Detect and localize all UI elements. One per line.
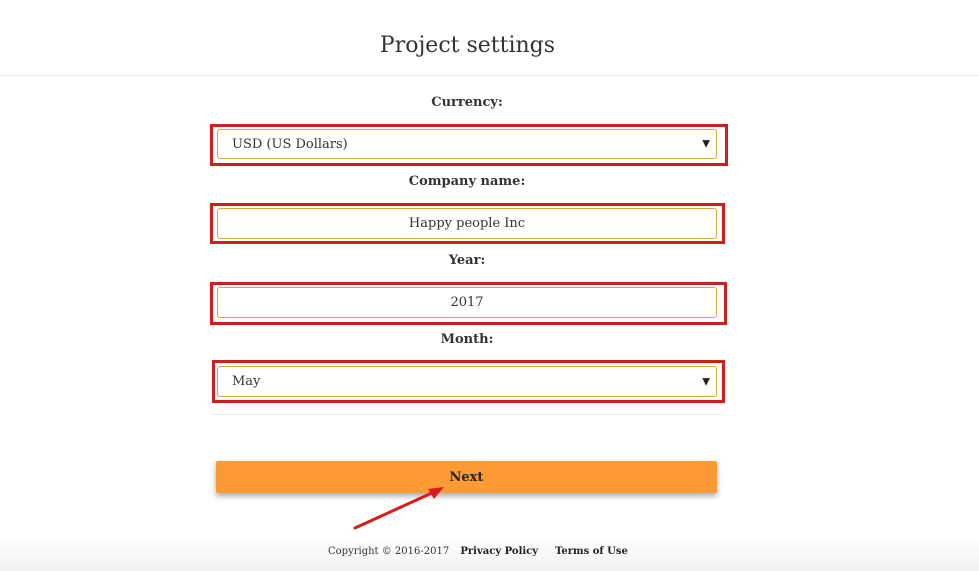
form-divider — [212, 414, 722, 415]
page-title: Project settings — [379, 33, 556, 58]
next-button[interactable]: Next — [216, 461, 717, 493]
currency-value: USD (US Dollars) — [232, 136, 348, 152]
company-name-field[interactable]: Happy people Inc — [217, 208, 717, 239]
page-header: Project settings — [0, 0, 979, 76]
month-label: Month: — [440, 332, 494, 347]
company-name-value: Happy people Inc — [408, 216, 526, 231]
company-name-label: Company name: — [408, 174, 526, 189]
dropdown-caret-icon: ▼ — [702, 376, 710, 387]
month-select[interactable]: May ▼ — [217, 366, 717, 397]
month-value: May — [232, 374, 261, 389]
year-value: 2017 — [450, 295, 484, 310]
year-label: Year: — [448, 253, 486, 268]
currency-select[interactable]: USD (US Dollars) ▼ — [217, 129, 717, 159]
privacy-policy-link[interactable]: Privacy Policy — [460, 546, 538, 557]
currency-label: Currency: — [431, 95, 503, 110]
terms-of-use-link[interactable]: Terms of Use — [555, 546, 628, 557]
year-field[interactable]: 2017 — [217, 287, 717, 318]
dropdown-caret-icon: ▼ — [702, 138, 710, 150]
red-arrow-icon — [353, 487, 444, 530]
copyright-text: Copyright © 2016-2017 — [328, 546, 450, 557]
